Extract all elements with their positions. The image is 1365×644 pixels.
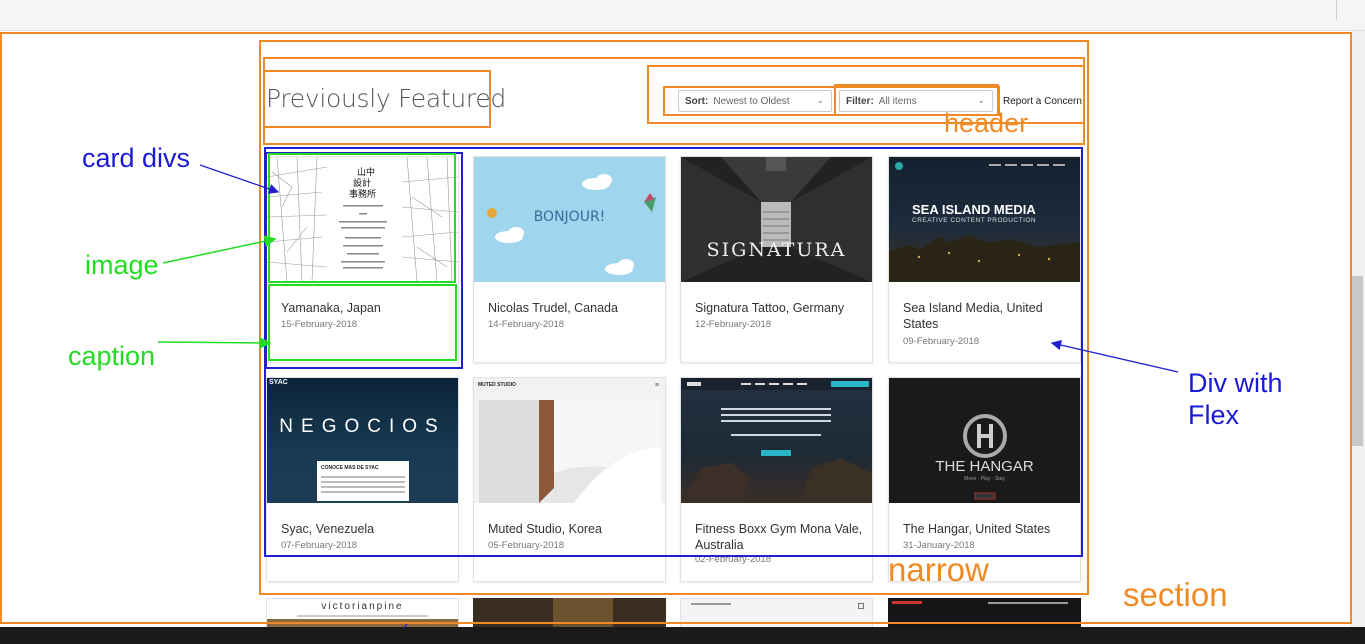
svg-text:事務所: 事務所 (349, 188, 376, 200)
card-image: SIGNATURA (681, 157, 872, 282)
report-concern-link[interactable]: Report a Concern (1003, 96, 1082, 107)
card-image: 山中 設計 事務所 (267, 157, 458, 282)
svg-text:設計: 設計 (353, 177, 371, 189)
card-image: MUTED STUDIO ≡ (474, 378, 665, 503)
card-date: 07-February-2018 (281, 540, 358, 551)
filter-value: All items (878, 95, 917, 107)
hangar-subtitle: Move · Play · Stay (964, 476, 1005, 482)
sea-island-title: SEA ISLAND MEDIA (912, 202, 1036, 217)
map-title-line: 山中 (357, 166, 375, 178)
chevron-down-icon: ⌄ (816, 95, 824, 105)
card[interactable]: SYAC NEGOCIOS CONOCE MAS DE SYAC Syac, V… (266, 377, 459, 582)
card-date: 09-February-2018 (903, 336, 980, 347)
card[interactable]: BONJOUR! Nicolas Trudel, Canada 14-Febru… (473, 156, 666, 363)
signatura-text: SIGNATURA (706, 239, 847, 261)
label-image: image (85, 250, 159, 280)
victorianpine-logo: victorianpine (321, 601, 404, 612)
sort-value: Newest to Oldest (713, 95, 790, 107)
card[interactable]: 山中 設計 事務所 Yamanaka, Japan 15-February-20… (266, 156, 459, 363)
bonjour-text: BONJOUR! (533, 209, 606, 225)
map-thumbnail: 山中 設計 事務所 (267, 157, 458, 282)
card-partial[interactable] (888, 598, 1081, 628)
page-background (0, 31, 1350, 631)
tunnel-thumbnail (681, 157, 872, 282)
card-partial[interactable] (680, 598, 873, 628)
label-narrow: narrow (888, 551, 989, 588)
window-edge (1336, 0, 1337, 20)
card[interactable]: Fitness Boxx Gym Mona Vale, Australia 02… (680, 377, 873, 582)
label-card-divs: card divs (82, 143, 191, 173)
label-div-with-flex: Div with Flex (1188, 368, 1283, 431)
card-date: 05-February-2018 (488, 540, 565, 551)
studio-image (479, 400, 661, 503)
card-date: 02-February-2018 (695, 554, 772, 565)
card-image (681, 378, 872, 503)
card-date: 15-February-2018 (281, 319, 358, 330)
hangar-title: THE HANGAR (935, 458, 1034, 475)
card[interactable]: SIGNATURA Signatura Tattoo, Germany 12-F… (680, 156, 873, 363)
card-image: SEA ISLAND MEDIA CREATIVE CONTENT PRODUC… (889, 157, 1080, 282)
scrollbar-thumb[interactable] (1352, 276, 1363, 446)
filter-label: Filter: (846, 95, 874, 107)
taskbar (0, 627, 1365, 644)
screenshot-stage: Previously Featured Sort: Newest to Olde… (0, 0, 1365, 644)
card-title[interactable]: Yamanaka, Japan (281, 300, 451, 316)
card-title[interactable]: The Hangar, United States (903, 521, 1073, 537)
card-date: 14-February-2018 (488, 319, 565, 330)
card-date: 12-February-2018 (695, 319, 772, 330)
card-partial[interactable]: victorianpine (266, 598, 459, 628)
card[interactable]: SEA ISLAND MEDIA CREATIVE CONTENT PRODUC… (888, 156, 1081, 363)
page-title: Previously Featured (266, 84, 506, 113)
sort-label: Sort: (685, 95, 709, 107)
card-title[interactable]: Muted Studio, Korea (488, 521, 658, 537)
card-image: THE HANGAR Move · Play · Stay (889, 378, 1080, 503)
card[interactable]: MUTED STUDIO ≡ Muted Studio, Korea 05-Fe… (473, 377, 666, 582)
sea-island-subtitle: CREATIVE CONTENT PRODUCTION (912, 217, 1037, 224)
vertical-scrollbar[interactable] (1350, 31, 1365, 631)
hangar-logo-mark (963, 414, 1007, 500)
label-header: header (944, 108, 1029, 138)
card-title[interactable]: Nicolas Trudel, Canada (488, 300, 658, 316)
label-section: section (1123, 576, 1228, 613)
card-image: SYAC NEGOCIOS CONOCE MAS DE SYAC (267, 378, 458, 503)
label-caption: caption (68, 341, 156, 371)
sort-dropdown[interactable]: Sort: Newest to Oldest ⌄ (678, 90, 832, 112)
card-title[interactable]: Sea Island Media, United States (903, 300, 1073, 332)
syac-content-box: CONOCE MAS DE SYAC (317, 461, 409, 501)
gym-thumbnail (681, 378, 872, 503)
card-title[interactable]: Syac, Venezuela (281, 521, 451, 537)
syac-box-title: CONOCE MAS DE SYAC (321, 465, 379, 471)
chevron-down-icon: ⌄ (977, 95, 985, 105)
syac-logo: SYAC (269, 379, 288, 386)
card-partial[interactable] (473, 598, 666, 628)
negocios-text: NEGOCIOS (279, 416, 446, 437)
card-image: BONJOUR! (474, 157, 665, 282)
card-title[interactable]: Fitness Boxx Gym Mona Vale, Australia (695, 521, 865, 553)
card-title[interactable]: Signatura Tattoo, Germany (695, 300, 865, 316)
